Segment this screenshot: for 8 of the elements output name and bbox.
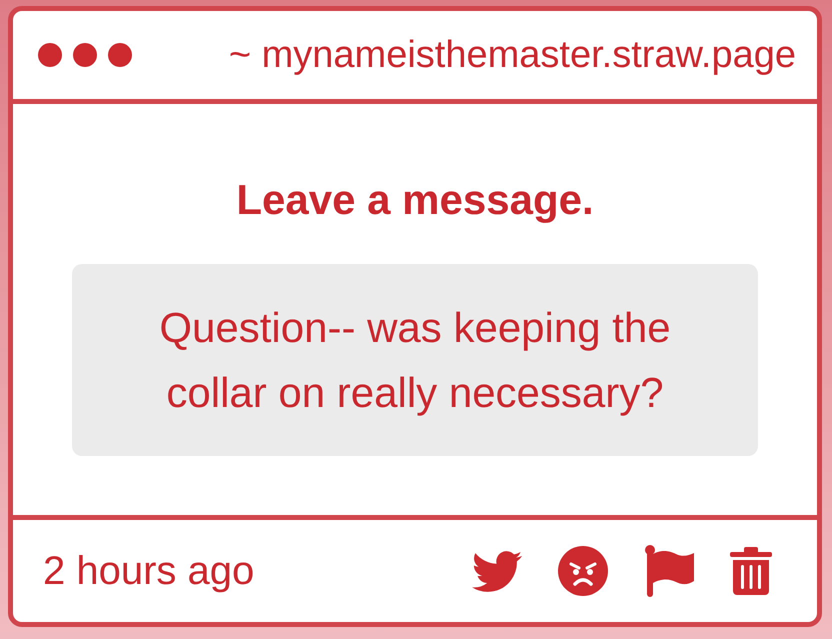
page-address: ~ mynameisthemaster.straw.page: [228, 33, 796, 77]
bird-icon[interactable]: [472, 550, 522, 592]
heading: Leave a message.: [236, 176, 594, 224]
trash-icon[interactable]: [730, 547, 772, 595]
timestamp: 2 hours ago: [43, 548, 254, 594]
flag-icon[interactable]: [644, 545, 694, 597]
message-text: Question-- was keeping the collar on really necessary?: [158, 303, 672, 418]
angry-face-icon[interactable]: [558, 546, 608, 596]
